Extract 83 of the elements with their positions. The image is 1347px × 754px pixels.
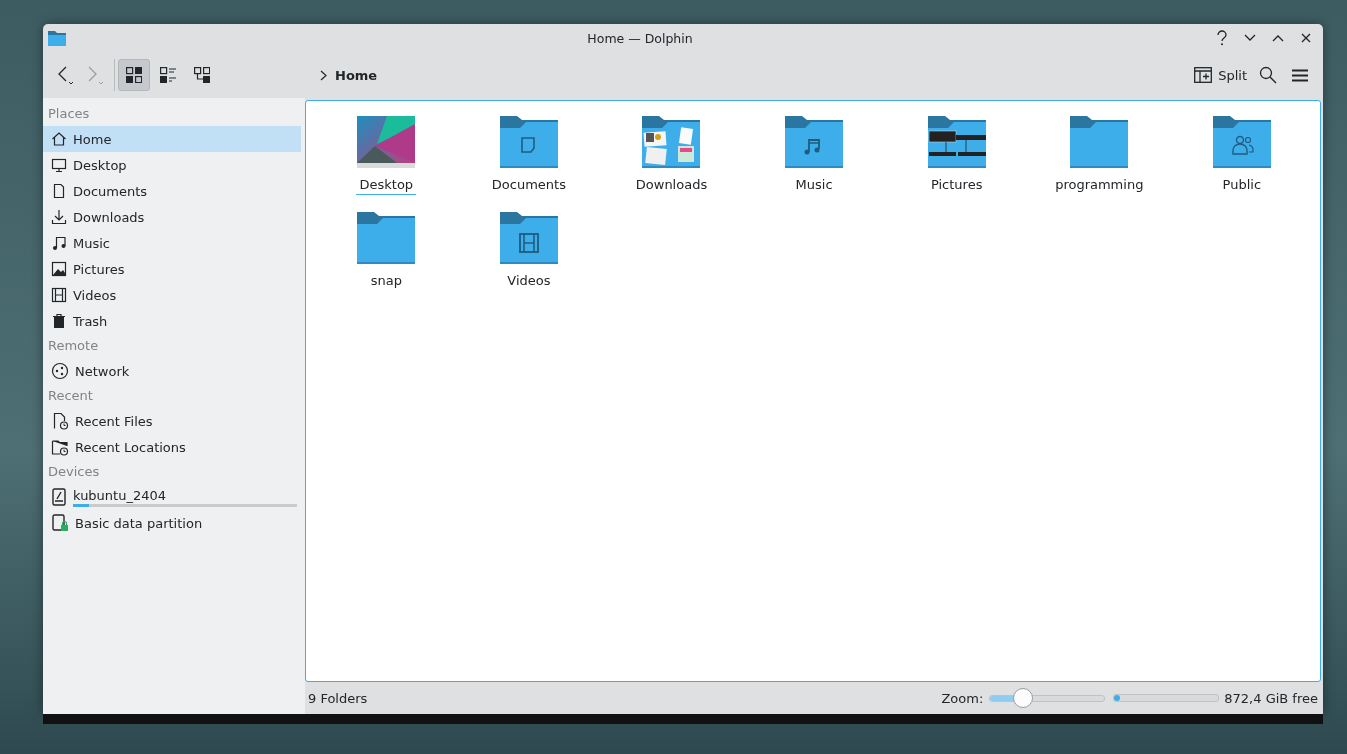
folder-name[interactable]: programming	[1052, 177, 1147, 194]
trash-icon	[51, 313, 67, 329]
item-label: Recent Files	[75, 413, 153, 429]
grid-icon	[126, 67, 142, 83]
folder-thumbnail-icon	[642, 116, 701, 168]
sidebar-item[interactable]: Music	[43, 230, 301, 256]
people-folder-icon	[1212, 116, 1271, 168]
sidebar-item[interactable]: Downloads	[43, 204, 301, 230]
item-label: Videos	[73, 287, 117, 303]
network-icon	[51, 362, 69, 380]
item-label: Desktop	[73, 157, 127, 173]
music-note-icon	[51, 235, 67, 251]
sidebar-item[interactable]: Network	[43, 358, 301, 384]
item-label: Recent Locations	[75, 439, 186, 455]
folder-thumbnail-icon	[927, 116, 986, 168]
list-icon	[160, 67, 176, 83]
help-icon	[1216, 30, 1228, 46]
item-label: Downloads	[73, 209, 145, 225]
maximize-icon	[1272, 34, 1284, 42]
folder-name[interactable]: Downloads	[632, 177, 711, 194]
sidebar-item[interactable]: Recent Files	[43, 408, 301, 434]
folder-count: 9 Folders	[308, 690, 368, 706]
split-button[interactable]: Split	[1190, 63, 1251, 87]
clock-folder-icon	[51, 438, 69, 456]
window-title: Home — Dolphin	[587, 30, 693, 46]
item-label: Basic data partition	[75, 515, 203, 531]
folder-name[interactable]: Pictures	[927, 177, 986, 194]
section-header: Recent	[47, 387, 94, 405]
item-label: Network	[75, 363, 130, 379]
icons-view-button[interactable]	[118, 59, 150, 91]
item-label: Pictures	[73, 261, 125, 277]
item-label: Home	[73, 131, 112, 147]
sidebar-item[interactable]: Pictures	[43, 256, 301, 282]
clock-file-icon	[51, 412, 69, 430]
drive-icon	[51, 488, 67, 506]
locked-drive-icon	[51, 514, 69, 532]
item-label: Music	[73, 235, 110, 251]
monitor-icon	[51, 157, 67, 173]
close-icon	[1301, 33, 1311, 43]
folder-name[interactable]: Music	[792, 177, 836, 194]
section-header: Devices	[47, 463, 101, 481]
home-icon	[51, 131, 67, 147]
folder-app-icon	[47, 29, 67, 47]
folder-name[interactable]: Public	[1219, 177, 1265, 194]
item-label: Documents	[73, 183, 148, 199]
folder-name[interactable]: Documents	[488, 177, 569, 194]
tree-icon	[194, 67, 210, 83]
item-label: Trash	[73, 313, 108, 329]
document-folder-icon	[499, 116, 558, 168]
film-folder-icon	[499, 212, 558, 264]
folder-icon	[357, 212, 416, 264]
slider-thumb[interactable]	[1012, 688, 1033, 708]
section-header: Remote	[47, 337, 100, 355]
zoom-slider[interactable]	[989, 688, 1106, 708]
document-icon	[51, 183, 67, 199]
music-folder-icon	[785, 116, 844, 168]
download-icon	[51, 209, 67, 225]
wallpaper-thumbnail	[357, 116, 416, 168]
folder-name[interactable]: Videos	[504, 273, 554, 290]
sidebar-item[interactable]: Videos	[43, 282, 301, 308]
breadcrumb-item[interactable]: Home	[335, 67, 378, 83]
menu-icon	[1292, 68, 1308, 82]
search-icon	[1259, 66, 1277, 84]
sidebar-item[interactable]: Trash	[43, 308, 301, 334]
sidebar-item[interactable]: Basic data partition	[43, 510, 301, 536]
folder-icon	[1070, 116, 1129, 168]
chevron-icon	[320, 69, 327, 81]
minimize-icon	[1244, 34, 1256, 42]
folder-name[interactable]: snap	[367, 273, 405, 290]
back-arrow-icon	[57, 64, 75, 86]
split-view-icon	[1194, 67, 1213, 83]
sidebar-item[interactable]: kubuntu_2404	[43, 484, 301, 510]
item-label: kubuntu_2404	[73, 487, 168, 503]
film-icon	[51, 287, 67, 303]
sidebar-item[interactable]: Documents	[43, 178, 301, 204]
free-space: 872,4 GiB free	[1224, 690, 1318, 706]
section-header: Places	[47, 105, 91, 123]
sidebar-item[interactable]: Home	[43, 126, 301, 152]
picture-icon	[51, 261, 67, 277]
folder-name[interactable]: Desktop	[356, 177, 417, 195]
sidebar-item[interactable]: Recent Locations	[43, 434, 301, 460]
sidebar-item[interactable]: Desktop	[43, 152, 301, 178]
zoom-label: Zoom:	[941, 690, 984, 706]
